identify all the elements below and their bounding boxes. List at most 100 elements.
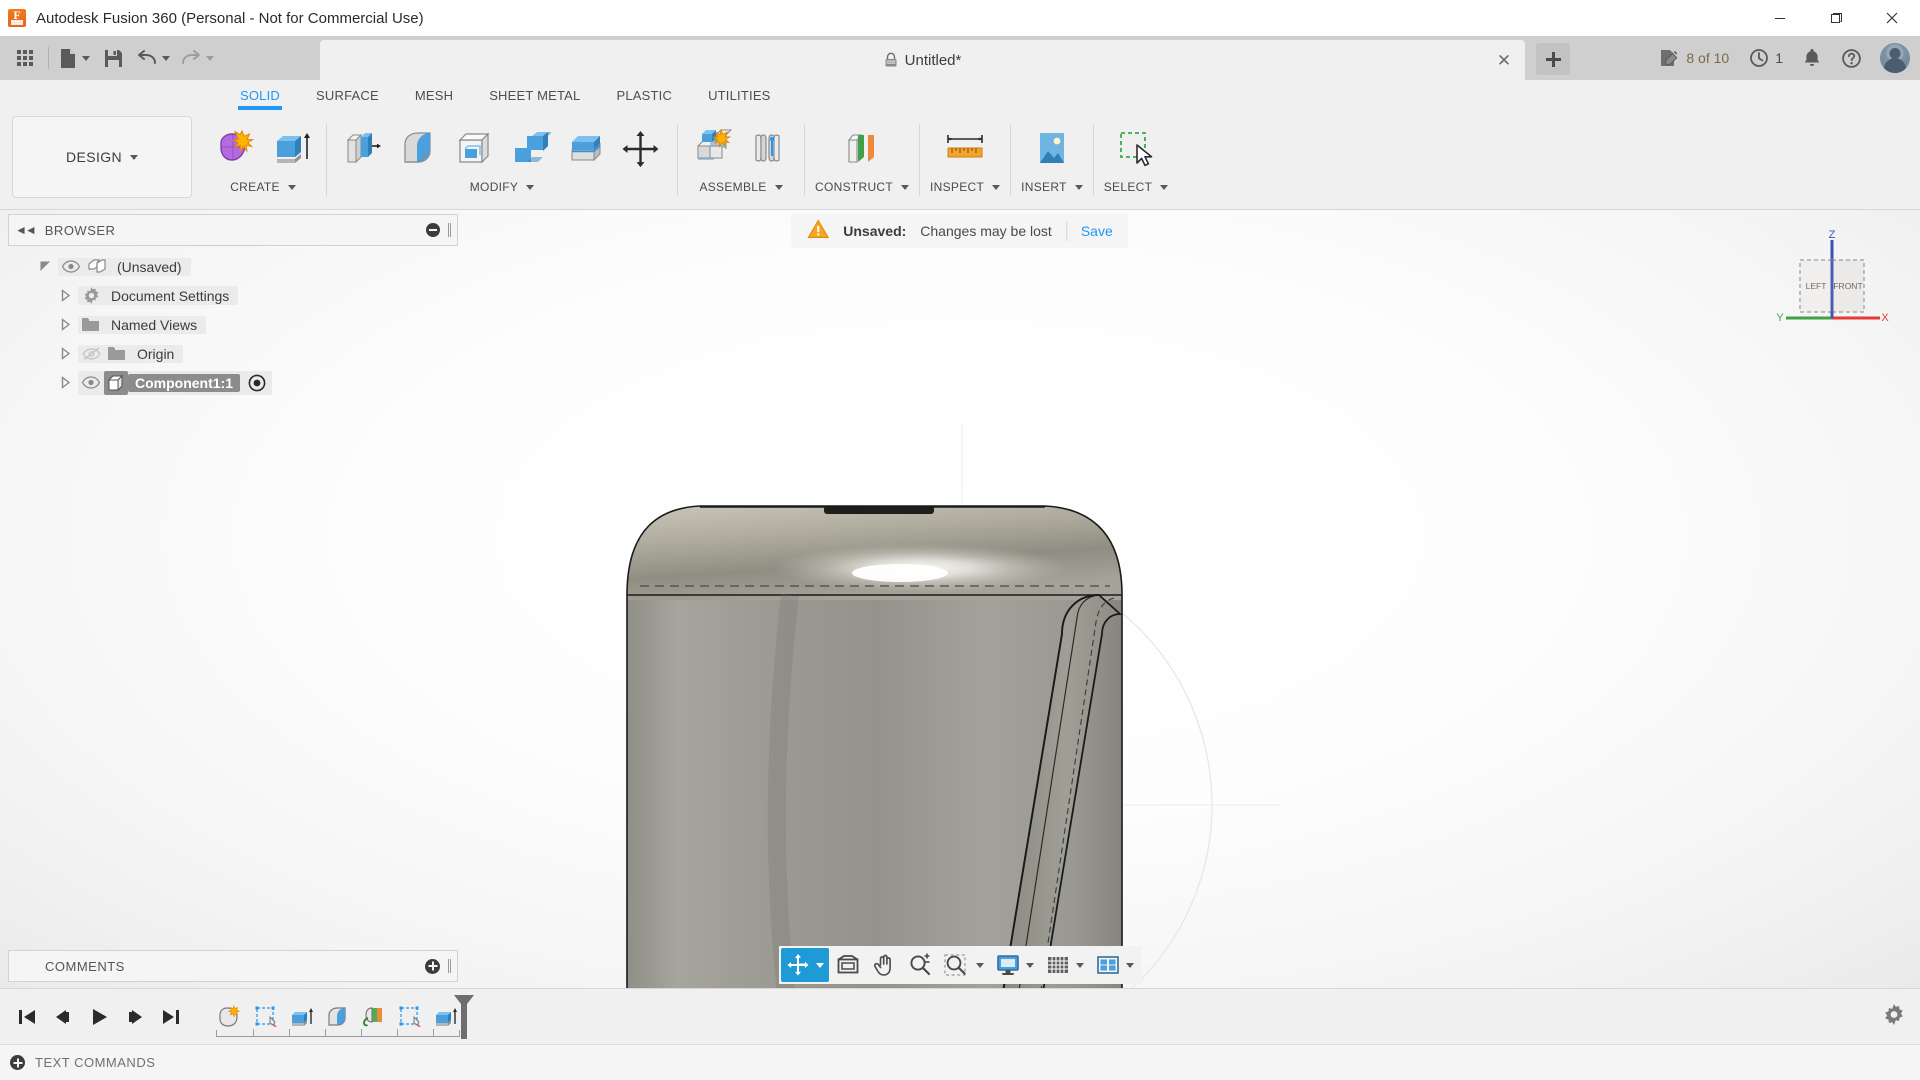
display-settings-icon[interactable]	[991, 948, 1039, 982]
expander-collapsed-icon[interactable]	[52, 347, 78, 360]
timeline-jump-end-icon[interactable]	[154, 1000, 188, 1034]
browser-item-label: (Unsaved)	[117, 258, 182, 275]
viewcube-face-front: FRONT	[1833, 281, 1862, 291]
edit-count-button[interactable]: 8 of 10	[1651, 41, 1737, 75]
help-icon	[1842, 48, 1861, 68]
unsaved-message: Changes may be lost	[920, 223, 1052, 239]
shell-icon[interactable]	[449, 122, 499, 176]
create-form-icon[interactable]	[210, 122, 260, 176]
measure-icon[interactable]	[940, 122, 990, 176]
list-item[interactable]: Document Settings	[8, 281, 458, 310]
timeline-settings-gear-icon[interactable]	[1882, 1002, 1906, 1031]
visibility-hidden-icon[interactable]	[78, 346, 104, 361]
ribbon-group-assemble: ASSEMBLE	[682, 110, 800, 208]
window-title: Autodesk Fusion 360 (Personal - Not for …	[36, 9, 424, 27]
viewcube-face-left: LEFT	[1806, 281, 1827, 291]
comments-panel: COMMENTS	[8, 950, 458, 982]
joint-icon[interactable]	[744, 122, 794, 176]
plus-circle-icon[interactable]	[10, 1055, 25, 1070]
plus-circle-icon[interactable]	[425, 958, 440, 974]
visibility-eye-icon[interactable]	[78, 376, 104, 389]
timeline-play-icon[interactable]	[82, 1000, 116, 1034]
folder-icon	[78, 317, 104, 333]
list-item[interactable]: (Unsaved)	[8, 252, 458, 281]
comments-header: COMMENTS	[8, 950, 458, 982]
grid-snaps-icon[interactable]	[1041, 948, 1089, 982]
ribbon: SOLID SURFACE MESH SHEET METAL PLASTIC U…	[0, 80, 1920, 210]
activate-component-icon[interactable]	[244, 374, 270, 392]
avatar[interactable]	[1880, 43, 1910, 73]
timeline-step-back-icon[interactable]	[46, 1000, 80, 1034]
tab-mesh[interactable]: MESH	[397, 80, 471, 110]
expander-collapsed-icon[interactable]	[52, 289, 78, 302]
press-pull-icon[interactable]	[337, 122, 387, 176]
list-item[interactable]: Component1:1	[8, 368, 458, 397]
tab-utilities[interactable]: UTILITIES	[690, 80, 788, 110]
expander-expanded-icon[interactable]	[32, 260, 58, 273]
history-button[interactable]: 1	[1741, 41, 1791, 75]
insert-image-icon[interactable]	[1027, 122, 1077, 176]
document-tab[interactable]: Untitled* ✕	[320, 40, 1525, 80]
panel-grip[interactable]	[448, 959, 451, 973]
maximize-icon[interactable]	[1808, 0, 1864, 36]
undo-icon[interactable]	[132, 41, 174, 75]
folder-icon	[104, 346, 130, 362]
unsaved-banner: Unsaved: Changes may be lost Save	[791, 214, 1129, 248]
view-cube[interactable]: Z Y X LEFT FRONT	[1772, 228, 1892, 333]
expander-collapsed-icon[interactable]	[52, 376, 78, 389]
panel-grip[interactable]	[448, 223, 451, 237]
ribbon-group-construct-label: CONSTRUCT	[815, 180, 894, 194]
visibility-eye-icon[interactable]	[58, 260, 84, 273]
close-icon[interactable]: ✕	[1495, 51, 1513, 69]
ribbon-group-inspect: INSPECT	[924, 110, 1006, 208]
look-at-icon[interactable]	[831, 948, 865, 982]
notifications-button[interactable]	[1795, 41, 1829, 75]
tab-solid[interactable]: SOLID	[222, 80, 298, 110]
combine-icon[interactable]	[505, 122, 555, 176]
list-item[interactable]: Origin	[8, 339, 458, 368]
timeline-marker[interactable]	[452, 993, 476, 1041]
orbit-icon[interactable]	[781, 948, 829, 982]
browser-header: ◄◄ BROWSER	[8, 214, 458, 246]
zoom-icon[interactable]	[903, 948, 937, 982]
ribbon-body: DESIGN CREATE MODIFY ASSEMBLE CONSTRUCT …	[0, 110, 1920, 208]
bell-icon	[1804, 49, 1820, 66]
viewports-icon[interactable]	[1091, 948, 1139, 982]
workspace-label: DESIGN	[65, 149, 123, 165]
new-component-icon[interactable]	[688, 122, 738, 176]
expander-collapsed-icon[interactable]	[52, 318, 78, 331]
timeline-jump-start-icon[interactable]	[10, 1000, 44, 1034]
document-tab-label: Untitled*	[904, 51, 962, 69]
browser-title: BROWSER	[44, 222, 116, 238]
unsaved-label: Unsaved:	[843, 223, 907, 239]
list-item[interactable]: Named Views	[8, 310, 458, 339]
timeline-step-forward-icon[interactable]	[118, 1000, 152, 1034]
history-count-label: 1	[1775, 50, 1783, 66]
split-face-icon[interactable]	[561, 122, 611, 176]
offset-plane-icon[interactable]	[837, 122, 887, 176]
workspace-switcher[interactable]: DESIGN	[12, 116, 192, 198]
app-grid-icon[interactable]	[8, 41, 42, 75]
save-icon[interactable]	[96, 41, 130, 75]
pan-icon[interactable]	[867, 948, 901, 982]
new-tab-button[interactable]	[1536, 43, 1570, 75]
tab-plastic[interactable]: PLASTIC	[598, 80, 690, 110]
select-window-icon[interactable]	[1111, 122, 1161, 176]
minus-circle-icon[interactable]	[426, 223, 440, 237]
zoom-window-icon[interactable]	[939, 948, 989, 982]
move-copy-icon[interactable]	[617, 122, 667, 176]
tab-surface[interactable]: SURFACE	[298, 80, 397, 110]
fillet-icon[interactable]	[393, 122, 443, 176]
close-icon[interactable]	[1864, 0, 1920, 36]
save-link[interactable]: Save	[1081, 223, 1113, 239]
tab-sheet-metal[interactable]: SHEET METAL	[471, 80, 598, 110]
timeline-rail	[216, 1028, 460, 1037]
extrude-icon[interactable]	[266, 122, 316, 176]
help-button[interactable]	[1833, 41, 1870, 75]
minimize-icon[interactable]	[1752, 0, 1808, 36]
collapse-left-icon[interactable]: ◄◄	[15, 223, 37, 237]
text-commands-label[interactable]: TEXT COMMANDS	[35, 1055, 155, 1070]
redo-icon[interactable]	[176, 41, 218, 75]
timeline	[0, 988, 1920, 1044]
file-icon[interactable]	[55, 41, 94, 75]
